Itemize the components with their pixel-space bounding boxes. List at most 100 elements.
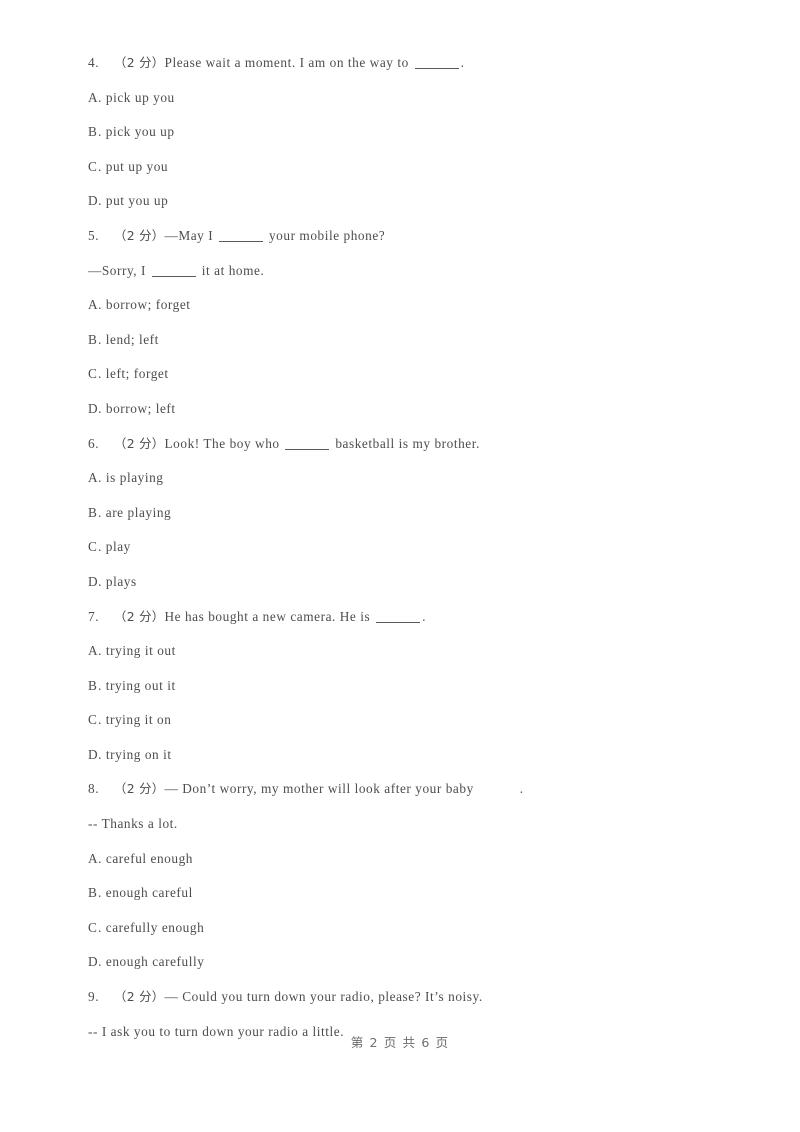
text-run: basketball is my brother. [331,435,480,451]
option-letter: C [88,712,98,728]
option-letter: D [88,400,99,416]
option-letter: A [88,89,99,105]
option-a[interactable]: A. trying it out [88,634,728,669]
option-text: pick you up [105,124,175,140]
option-letter: D [88,193,99,209]
question-number: 4. [88,55,100,70]
option-letter: A [88,470,99,486]
question-stem: 8. （2 分）— Don’t worry, my mother will loo… [88,772,728,807]
option-text: left; forget [105,366,169,382]
option-d[interactable]: D. borrow; left [88,392,728,427]
option-text: trying it on [105,712,172,728]
question-stem: 7. （2 分）He has bought a new camera. He is… [88,600,728,635]
question-continuation: -- Thanks a lot. [88,807,728,842]
option-letter: C [88,539,98,555]
option-c[interactable]: C. put up you [88,150,728,185]
option-letter: B [88,885,98,901]
question-stem: 6. （2 分）Look! The boy who basketball is m… [88,427,728,462]
question-marks: （2 分） [114,989,165,1005]
option-letter: D [88,746,99,762]
option-d[interactable]: D. enough carefully [88,945,728,980]
text-run: —Sorry, I [88,262,150,278]
question-marks: （2 分） [114,435,165,451]
question-marks: （2 分） [114,608,165,624]
option-d[interactable]: D. trying on it [88,738,728,773]
question-number: 7. [88,608,100,624]
option-b[interactable]: B. pick you up [88,115,728,150]
text-run: — Don’t worry, my mother will look after… [164,781,474,797]
exam-page: 4. （2 分）Please wait a moment. I am on the… [0,0,800,1132]
option-letter: D [88,954,99,970]
option-text: carefully enough [105,919,205,935]
text-run: -- Thanks a lot. [88,816,178,832]
option-letter: A [88,297,99,313]
option-b[interactable]: B. lend; left [88,323,728,358]
option-d[interactable]: D. plays [88,565,728,600]
option-letter: B [88,331,98,347]
text-run: . [519,781,524,797]
option-text: borrow; left [105,400,176,416]
answer-blank[interactable] [219,240,264,242]
option-letter: B [88,677,98,693]
text-run: Look! The boy who [164,435,284,451]
option-a[interactable]: A. careful enough [88,842,728,877]
option-text: careful enough [105,850,193,866]
answer-blank[interactable] [414,68,459,69]
text-run: He has bought a new camera. He is [164,608,375,624]
option-c[interactable]: C. play [88,530,728,565]
option-b[interactable]: B. are playing [88,496,728,531]
option-text: plays [105,573,137,589]
option-a[interactable]: A. is playing [88,461,728,496]
question-continuation: —Sorry, I it at home. [88,254,728,289]
option-d[interactable]: D. put you up [88,184,728,219]
questions-container: 4. （2 分）Please wait a moment. I am on the… [88,46,728,1049]
question-number: 6. [88,435,100,451]
option-c[interactable]: C. carefully enough [88,911,728,946]
option-text: put up you [105,158,169,174]
text-run: — Could you turn down your radio, please… [164,989,483,1005]
option-text: put you up [105,193,169,209]
text-run: it at home. [197,262,265,278]
question-number: 5. [88,227,100,243]
question-marks: （2 分） [114,781,165,797]
option-text: are playing [105,504,172,520]
option-text: trying out it [105,677,176,693]
option-text: play [105,539,131,555]
option-letter: C [88,366,98,382]
page-footer: 第 2 页 共 6 页 [350,1035,450,1050]
option-text: enough carefully [105,954,205,970]
option-text: borrow; forget [105,297,191,313]
option-b[interactable]: B. enough careful [88,876,728,911]
option-a[interactable]: A. borrow; forget [88,288,728,323]
option-letter: C [88,919,98,935]
option-text: is playing [105,470,164,486]
answer-blank[interactable] [151,275,196,277]
text-run: . [460,55,465,70]
option-letter: A [88,643,99,659]
option-a[interactable]: A. pick up you [88,81,728,116]
option-text: lend; left [105,331,159,347]
text-run: your mobile phone? [265,227,386,243]
question-marks: （2 分） [114,55,165,70]
option-text: pick up you [105,89,175,105]
option-text: trying on it [105,746,172,762]
option-text: trying it out [105,643,176,659]
question-marks: （2 分） [114,227,165,243]
question-stem: 5. （2 分）—May I your mobile phone? [88,219,728,254]
option-text: enough careful [105,885,193,901]
text-run: —May I [164,227,218,243]
text-run: . [422,608,426,624]
option-c[interactable]: C. trying it on [88,703,728,738]
question-stem: 9. （2 分）— Could you turn down your radio,… [88,980,728,1015]
option-c[interactable]: C. left; forget [88,357,728,392]
answer-blank[interactable] [376,621,421,623]
option-b[interactable]: B. trying out it [88,669,728,704]
option-letter: A [88,850,99,866]
option-letter: C [88,158,98,174]
text-run: Please wait a moment. I am on the way to [164,55,413,70]
option-letter: B [88,504,98,520]
option-letter: D [88,573,99,589]
question-stem: 4. （2 分）Please wait a moment. I am on the… [88,46,728,81]
answer-blank[interactable] [285,448,330,450]
option-letter: B [88,124,98,140]
